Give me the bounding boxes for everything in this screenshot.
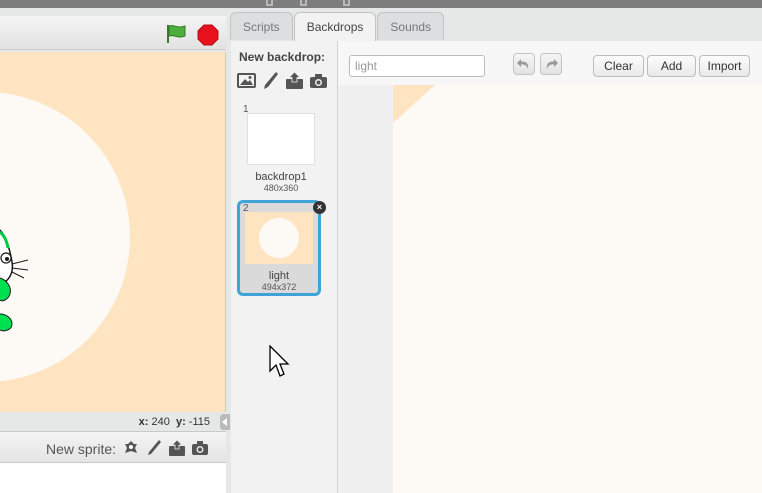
window-top-strip — [0, 0, 762, 8]
y-value: -115 — [188, 416, 210, 428]
new-backdrop-label: New backdrop: — [239, 50, 326, 64]
paint-editor: Clear Add Import — [338, 41, 762, 493]
tool-palette-area — [338, 85, 393, 493]
backdrop-item-selected[interactable]: 2 × light 494x372 — [237, 200, 326, 296]
tab-backdrops[interactable]: Backdrops — [293, 12, 377, 42]
redo-button[interactable] — [540, 53, 562, 75]
backdrop-list-pane: New backdrop: 1 backdrop1 480x360 2 × li… — [231, 41, 338, 493]
editor-tabs: Scripts Backdrops Sounds — [230, 12, 445, 42]
tab-sounds[interactable]: Sounds — [377, 12, 445, 40]
cat-sprite-icon[interactable] — [0, 222, 40, 342]
undo-button[interactable] — [513, 53, 535, 75]
backdrop-size: 480x360 — [263, 183, 299, 193]
new-sprite-label: New sprite: — [46, 441, 117, 457]
mouse-cursor-icon — [269, 345, 290, 377]
camera-sprite-icon[interactable] — [191, 439, 209, 457]
x-value: 240 — [151, 416, 170, 428]
backdrop-name: light — [268, 270, 290, 282]
x-label: x: — [138, 416, 149, 428]
paint-canvas[interactable] — [393, 85, 762, 493]
y-label: y: — [175, 416, 186, 428]
collapse-stage-handle[interactable] — [220, 414, 230, 430]
backdrop-size: 494x372 — [261, 282, 297, 292]
top-decoration — [343, 0, 350, 6]
top-decoration — [266, 0, 273, 6]
import-button[interactable]: Import — [699, 55, 750, 77]
stage-header — [0, 16, 226, 50]
upload-icon[interactable] — [285, 71, 304, 90]
mouse-coordinates: x: 240 y: -115 — [139, 416, 210, 428]
backdrop-thumbnail — [247, 113, 315, 165]
top-decoration — [300, 0, 307, 6]
library-icon[interactable] — [237, 71, 256, 90]
undo-icon — [517, 59, 529, 69]
new-sprite-bar: New sprite: — [0, 431, 226, 463]
stop-icon[interactable] — [197, 24, 219, 46]
choose-sprite-icon[interactable] — [122, 439, 140, 457]
delete-backdrop-icon[interactable]: × — [313, 201, 326, 214]
backdrop-name: backdrop1 — [255, 171, 307, 183]
sprite-list-area — [0, 463, 226, 493]
stage-footer: x: 240 y: -115 — [0, 412, 226, 430]
backdrop-number: 1 — [243, 104, 249, 115]
green-flag-icon[interactable] — [165, 24, 187, 44]
paint-sprite-icon[interactable] — [145, 439, 163, 457]
canvas-backdrop-corner — [393, 85, 435, 123]
add-button[interactable]: Add — [647, 55, 696, 77]
stage-canvas[interactable] — [0, 52, 226, 412]
tab-scripts[interactable]: Scripts — [230, 12, 293, 40]
paint-icon[interactable] — [261, 71, 280, 90]
camera-icon[interactable] — [309, 71, 328, 90]
upload-sprite-icon[interactable] — [168, 439, 186, 457]
backdrop-thumbnail — [245, 212, 313, 264]
backdrop-name-field[interactable] — [349, 55, 485, 77]
clear-button[interactable]: Clear — [593, 55, 644, 77]
redo-icon — [546, 59, 558, 69]
backdrop-item[interactable]: 1 backdrop1 480x360 — [240, 104, 322, 200]
